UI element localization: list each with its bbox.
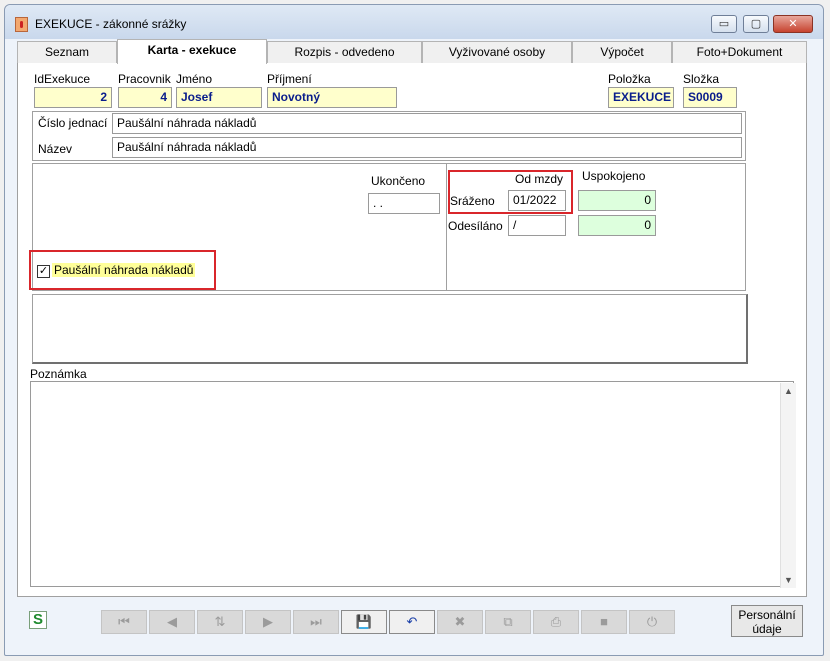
tab-vyzivovane-osoby[interactable]: Vyživované osoby [422,41,572,63]
jmeno-field[interactable]: Josef [176,87,262,108]
tab-karta-exekuce[interactable]: Karta - exekuce [117,39,267,64]
uspokojeno-label: Uspokojeno [582,169,646,183]
ukonceno-label: Ukončeno [371,174,426,188]
ukonceno-field[interactable]: . . [368,193,440,214]
pracovnik-field[interactable]: 4 [118,87,172,108]
pracovnik-label: Pracovnik [118,72,171,86]
app-logo-icon: S [29,611,47,629]
nazev-field[interactable]: Paušální náhrada nákladů [112,137,742,158]
cislo-jednaci-field[interactable]: Paušální náhrada nákladů [112,113,742,134]
poznamka-textarea[interactable] [30,381,794,587]
personal-data-line2: údaje [752,622,782,636]
pausalni-checkbox[interactable]: ✓ [37,265,50,278]
undo-button[interactable]: ↶ [389,610,435,634]
srazeno-uspokojeno-field[interactable]: 0 [578,190,656,211]
bottom-toolbar: S ⏮ ◀ ⇅ ▶ ⏭ 💾 ↶ ✖ ⧉ ⎙ ■ ⏻ Personální úda… [5,605,823,645]
tab-content: IdExekuce Pracovnik Jméno Příjmení Polož… [17,63,807,597]
odesilano-od-mzdy-field[interactable]: / [508,215,566,236]
window-title: EXEKUCE - zákonné srážky [35,17,187,31]
maximize-button[interactable]: ▢ [743,15,769,33]
od-mzdy-label: Od mzdy [515,172,564,186]
app-icon [15,17,28,32]
tab-rozpis-odvedeno[interactable]: Rozpis - odvedeno [267,41,422,63]
prijmeni-label: Příjmení [267,72,312,86]
print-button[interactable]: ⎙ [533,610,579,634]
blank-frame [32,294,748,364]
minimize-button[interactable]: ▭ [711,15,737,33]
prijmeni-field[interactable]: Novotný [267,87,397,108]
slozka-field[interactable]: S0009 [683,87,737,108]
next-record-button[interactable]: ▶ [245,610,291,634]
sort-button[interactable]: ⇅ [197,610,243,634]
save-button[interactable]: 💾 [341,610,387,634]
close-button[interactable]: ✕ [773,15,813,33]
idexekuce-label: IdExekuce [34,72,91,86]
tab-seznam[interactable]: Seznam [17,41,117,63]
power-button[interactable]: ⏻ [629,610,675,634]
title-bar: EXEKUCE - zákonné srážky ▭ ▢ ✕ [5,5,823,39]
srazeno-od-mzdy-field[interactable]: 01/2022 [508,190,566,211]
prev-record-button[interactable]: ◀ [149,610,195,634]
pausalni-checkbox-label[interactable]: Paušální náhrada nákladů [52,263,196,277]
last-record-button[interactable]: ⏭ [293,610,339,634]
slozka-label: Složka [683,72,720,86]
tab-vypocet[interactable]: Výpočet [572,41,672,63]
delete-button[interactable]: ✖ [437,610,483,634]
cislo-jednaci-label: Číslo jednací [38,116,108,130]
scroll-down-icon[interactable]: ▼ [784,575,793,585]
poznamka-label: Poznámka [30,367,87,381]
polozka-label: Položka [608,72,651,86]
srazeno-label: Sráženo [450,194,495,208]
odesilano-uspokojeno-field[interactable]: 0 [578,215,656,236]
copy-button[interactable]: ⧉ [485,610,531,634]
jmeno-label: Jméno [176,72,213,86]
first-record-button[interactable]: ⏮ [101,610,147,634]
idexekuce-field[interactable]: 2 [34,87,112,108]
scroll-up-icon[interactable]: ▲ [784,386,793,396]
stop-button[interactable]: ■ [581,610,627,634]
personal-data-line1: Personální [738,608,796,622]
polozka-field[interactable]: EXEKUCE [608,87,674,108]
odesilano-label: Odesíláno [448,219,503,233]
tab-bar: Seznam Karta - exekuce Rozpis - odvedeno… [17,39,807,64]
tab-foto-dokument[interactable]: Foto+Dokument [672,41,807,63]
personal-data-button[interactable]: Personální údaje [731,605,803,637]
main-window: EXEKUCE - zákonné srážky ▭ ▢ ✕ Seznam Ka… [4,4,824,656]
note-scrollbar[interactable]: ▲ ▼ [780,383,796,588]
nazev-label: Název [38,142,73,156]
